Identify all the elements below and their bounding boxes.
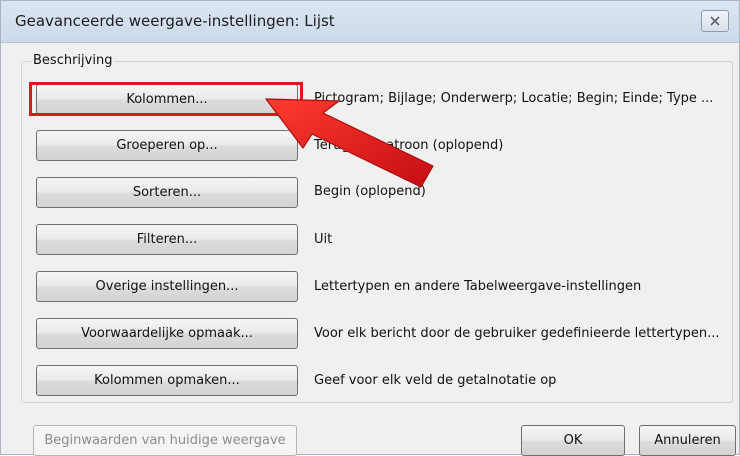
- sort-description: Begin (oplopend): [314, 184, 426, 199]
- filter-description: Uit: [314, 232, 333, 247]
- close-icon: [709, 12, 721, 31]
- group-by-description: Terugkeerpatroon (oplopend): [314, 138, 504, 153]
- cancel-button[interactable]: Annuleren: [639, 425, 736, 456]
- group-caption: Beschrijving: [31, 53, 115, 68]
- ok-button[interactable]: OK: [521, 425, 625, 456]
- window-title: Geavanceerde weergave-instellingen: Lijs…: [15, 12, 335, 30]
- columns-description: Pictogram; Bijlage; Onderwerp; Locatie; …: [314, 91, 714, 106]
- reset-view-button[interactable]: Beginwaarden van huidige weergave: [33, 425, 297, 456]
- format-columns-button[interactable]: Kolommen opmaken...: [36, 365, 298, 396]
- filter-button[interactable]: Filteren...: [36, 224, 298, 255]
- format-columns-description: Geef voor elk veld de getalnotatie op: [314, 373, 557, 388]
- group-by-button[interactable]: Groeperen op...: [36, 130, 298, 161]
- close-button[interactable]: [701, 10, 729, 32]
- conditional-formatting-description: Voor elk bericht door de gebruiker gedef…: [314, 326, 720, 341]
- sort-button[interactable]: Sorteren...: [36, 177, 298, 208]
- title-bar[interactable]: Geavanceerde weergave-instellingen: Lijs…: [1, 1, 739, 43]
- other-settings-description: Lettertypen en andere Tabelweergave-inst…: [314, 279, 642, 294]
- other-settings-button[interactable]: Overige instellingen...: [36, 271, 298, 302]
- highlight-box: [29, 82, 303, 116]
- conditional-formatting-button[interactable]: Voorwaardelijke opmaak...: [36, 318, 298, 349]
- advanced-view-settings-dialog: Geavanceerde weergave-instellingen: Lijs…: [0, 0, 740, 456]
